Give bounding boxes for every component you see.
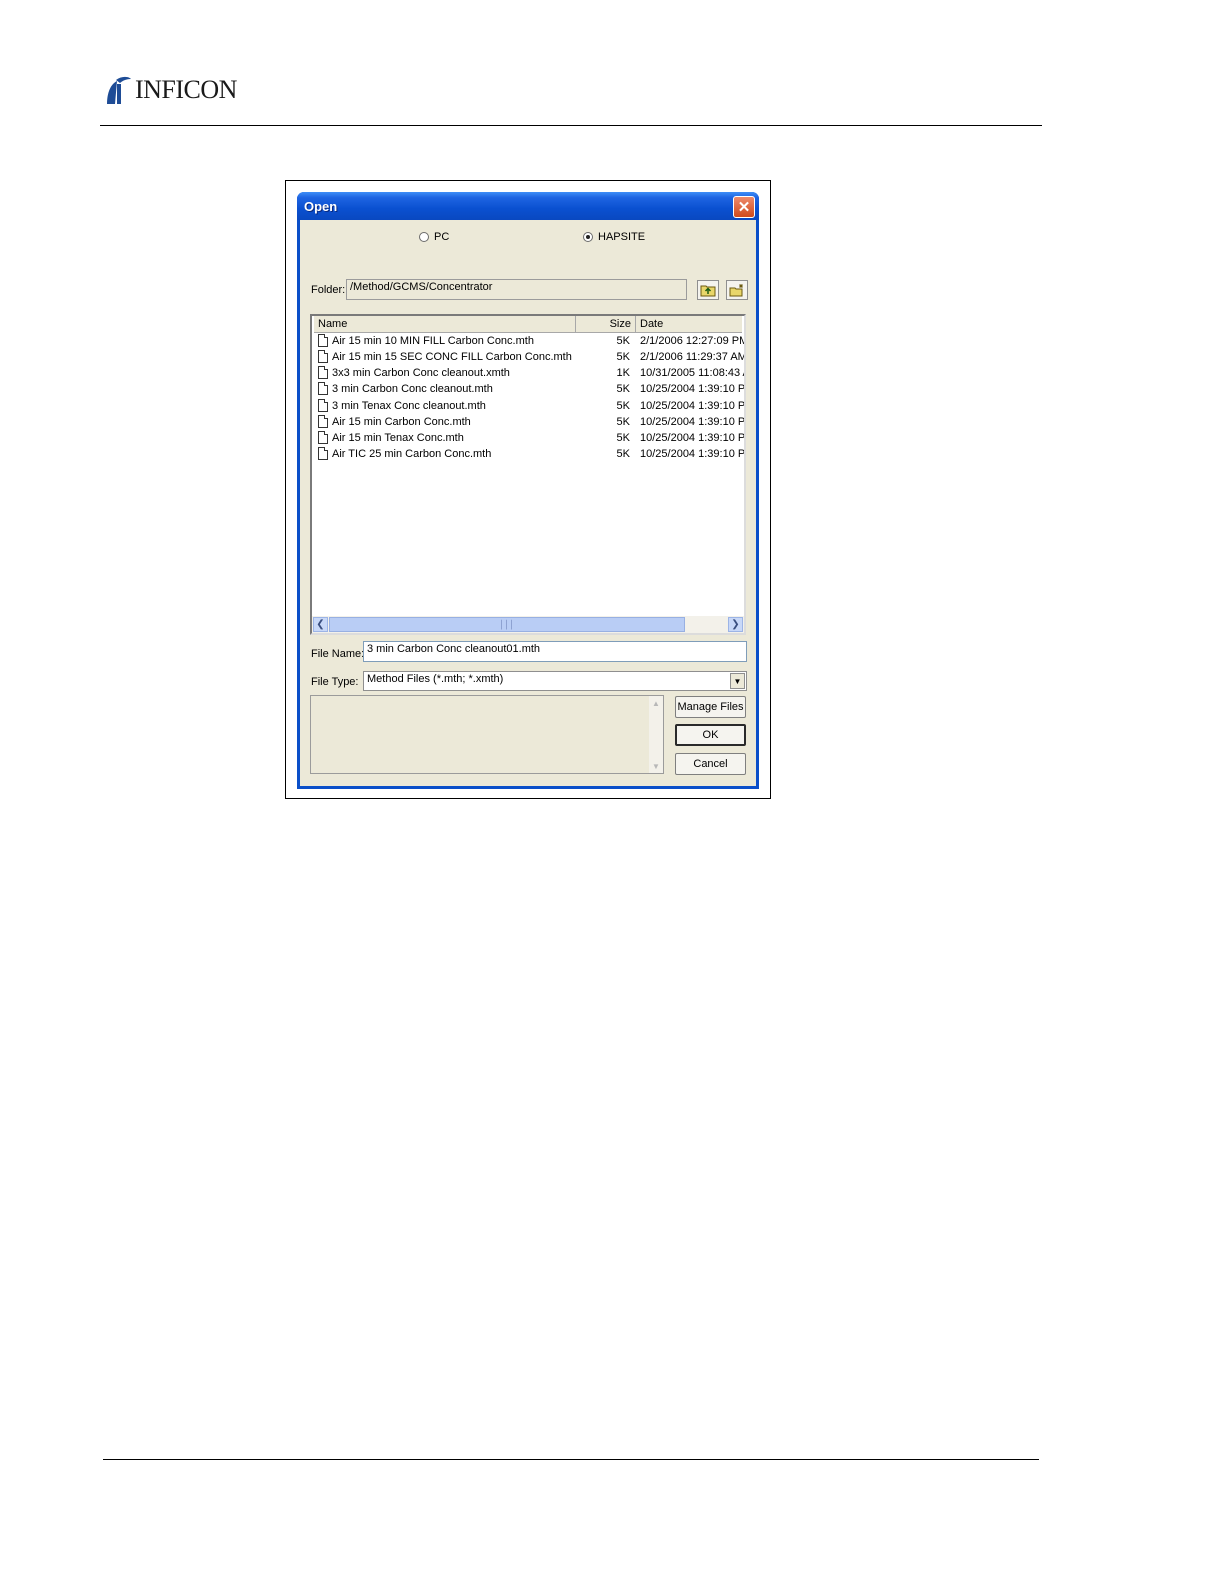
file-size: 5K (616, 335, 630, 347)
folder-path: /Method/GCMS/Concentrator (350, 281, 493, 293)
file-date: 10/31/2005 11:08:43 A (640, 367, 744, 379)
file-name: 3 min Tenax Conc cleanout.mth (332, 400, 486, 412)
scroll-left-button[interactable]: ❮ (313, 617, 328, 632)
radio-pc-label: PC (434, 231, 450, 243)
file-row[interactable]: 3x3 min Carbon Conc cleanout.xmth 1K 10/… (314, 365, 744, 381)
file-date: 2/1/2006 11:29:37 AM (640, 351, 744, 363)
chevron-left-icon: ❮ (316, 619, 325, 630)
header-rule (100, 125, 1042, 126)
chevron-down-icon: ▼ (733, 676, 742, 686)
open-dialog: Open ✕ PC HAPSITE Folder: /Method/GCMS/C… (297, 192, 759, 789)
scroll-down-button[interactable]: ▼ (649, 759, 663, 773)
file-name: Air 15 min Tenax Conc.mth (332, 432, 464, 444)
new-folder-icon (729, 284, 743, 297)
file-name: 3 min Carbon Conc cleanout.mth (332, 383, 493, 395)
radio-pc-indicator[interactable] (419, 232, 429, 242)
file-name: Air 15 min Carbon Conc.mth (332, 416, 471, 428)
file-date: 10/25/2004 1:39:10 PM (640, 416, 744, 428)
scroll-up-button[interactable]: ▲ (649, 696, 663, 710)
chevron-down-icon: ▼ (652, 761, 660, 771)
file-size: 5K (616, 416, 630, 428)
column-date-label: Date (640, 318, 664, 330)
file-row[interactable]: Air 15 min 15 SEC CONC FILL Carbon Conc.… (314, 349, 744, 365)
file-type-select[interactable]: Method Files (*.mth; *.xmth) ▼ (363, 671, 747, 691)
folder-label: Folder: (311, 284, 346, 296)
file-name-value: 3 min Carbon Conc cleanout01.mth (367, 643, 541, 655)
file-row[interactable]: Air TIC 25 min Carbon Conc.mth 5K 10/25/… (314, 446, 744, 462)
brand-name: INFICON (135, 75, 237, 104)
file-name: Air 15 min 10 MIN FILL Carbon Conc.mth (332, 335, 534, 347)
file-size: 5K (616, 432, 630, 444)
radio-hapsite-indicator[interactable] (583, 232, 593, 242)
dialog-client: PC HAPSITE Folder: /Method/GCMS/Concentr… (300, 220, 756, 786)
file-date: 10/25/2004 1:39:10 PM (640, 383, 744, 395)
file-row[interactable]: 3 min Carbon Conc cleanout.mth 5K 10/25/… (314, 381, 744, 397)
file-date: 2/1/2006 12:27:09 PM (640, 335, 744, 347)
file-size: 5K (616, 351, 630, 363)
column-header-size[interactable]: Size (576, 316, 636, 332)
file-name-label: File Name: (311, 648, 365, 660)
column-size-label: Size (609, 318, 631, 330)
inficon-logo-icon (107, 76, 131, 104)
dropdown-button[interactable]: ▼ (730, 673, 745, 689)
radio-hapsite[interactable]: HAPSITE (583, 231, 645, 243)
file-icon (318, 350, 328, 363)
radio-pc[interactable]: PC (419, 231, 449, 243)
cancel-button[interactable]: Cancel (675, 753, 746, 775)
file-icon (318, 447, 328, 460)
footer-rule (103, 1459, 1039, 1460)
ok-button[interactable]: OK (675, 724, 746, 746)
file-icon (318, 399, 328, 412)
file-date: 10/25/2004 1:39:10 PM (640, 448, 744, 460)
ok-label: OK (702, 729, 719, 741)
column-header-date[interactable]: Date (636, 316, 742, 332)
file-icon (318, 366, 328, 379)
horizontal-scrollbar[interactable]: ❮ │││ ❯ (312, 616, 744, 633)
file-name: Air 15 min 15 SEC CONC FILL Carbon Conc.… (332, 351, 572, 363)
close-button[interactable]: ✕ (733, 196, 755, 218)
file-row[interactable]: Air 15 min Tenax Conc.mth 5K 10/25/2004 … (314, 430, 744, 446)
dialog-title: Open (304, 199, 338, 214)
vertical-scrollbar[interactable]: ▲ ▼ (649, 696, 663, 773)
up-folder-button[interactable] (697, 280, 719, 300)
file-icon (318, 415, 328, 428)
manage-files-button[interactable]: Manage Files (675, 696, 746, 718)
file-type-value: Method Files (*.mth; *.xmth) (367, 673, 504, 685)
title-bar[interactable]: Open ✕ (297, 192, 759, 220)
file-icon (318, 334, 328, 347)
file-size: 5K (616, 400, 630, 412)
file-list[interactable]: Name Size Date Air 15 min 10 MIN FILL Ca… (310, 314, 746, 635)
folder-field[interactable]: /Method/GCMS/Concentrator (346, 279, 687, 300)
radio-hapsite-label: HAPSITE (598, 231, 646, 243)
list-header: Name Size Date (314, 316, 742, 333)
inficon-logo: INFICON (103, 74, 237, 106)
file-size: 1K (616, 367, 630, 379)
file-type-label: File Type: (311, 676, 359, 688)
chevron-up-icon: ▲ (652, 698, 660, 708)
file-row[interactable]: Air 15 min Carbon Conc.mth 5K 10/25/2004… (314, 414, 744, 430)
cancel-label: Cancel (693, 758, 728, 770)
file-size: 5K (616, 448, 630, 460)
file-row[interactable]: 3 min Tenax Conc cleanout.mth 5K 10/25/2… (314, 398, 744, 414)
file-date: 10/25/2004 1:39:10 PM (640, 432, 744, 444)
file-date: 10/25/2004 1:39:10 PM (640, 400, 744, 412)
file-name: Air TIC 25 min Carbon Conc.mth (332, 448, 492, 460)
chevron-right-icon: ❯ (731, 619, 740, 630)
file-size: 5K (616, 383, 630, 395)
up-folder-icon (700, 285, 716, 297)
file-icon (318, 382, 328, 395)
file-row[interactable]: Air 15 min 10 MIN FILL Carbon Conc.mth 5… (314, 333, 744, 349)
manage-files-label: Manage Files (677, 701, 744, 713)
grip-icon: │││ (499, 620, 515, 629)
file-name-input[interactable]: 3 min Carbon Conc cleanout01.mth (363, 641, 747, 662)
new-folder-button[interactable] (726, 280, 748, 300)
file-icon (318, 431, 328, 444)
column-header-name[interactable]: Name (314, 316, 576, 332)
description-box[interactable]: ▲ ▼ (310, 695, 664, 774)
close-icon: ✕ (737, 198, 751, 216)
column-name-label: Name (318, 318, 348, 330)
scrollbar-thumb[interactable]: │││ (329, 617, 685, 632)
file-name: 3x3 min Carbon Conc cleanout.xmth (332, 367, 510, 379)
scroll-right-button[interactable]: ❯ (728, 617, 743, 632)
